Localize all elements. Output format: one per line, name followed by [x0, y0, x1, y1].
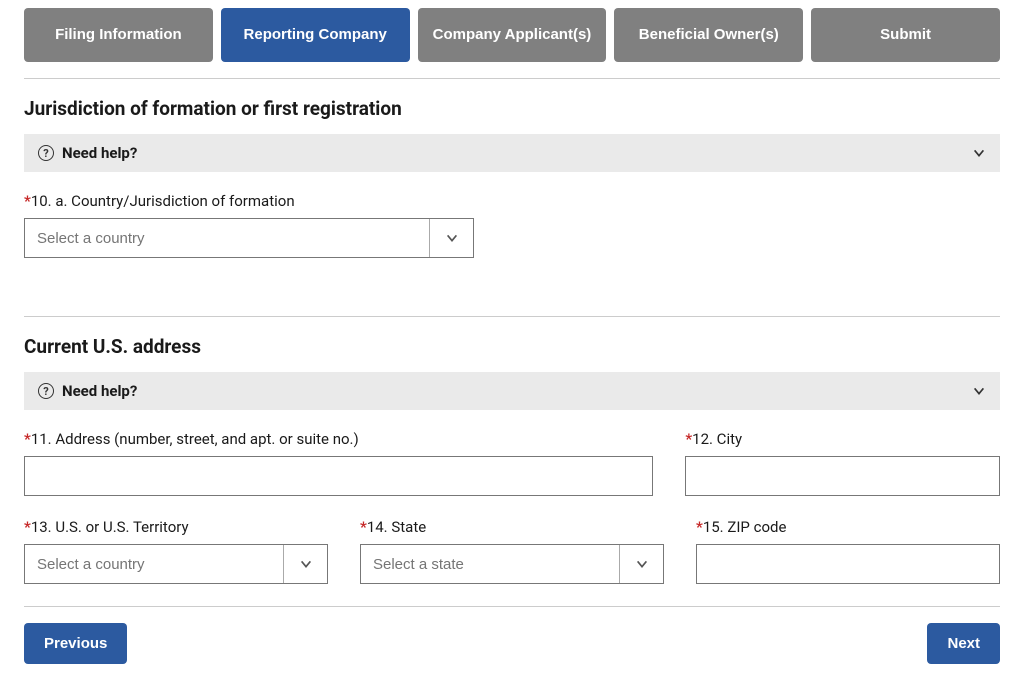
help-label: Need help?: [62, 382, 137, 400]
tab-company-applicant[interactable]: Company Applicant(s): [418, 8, 607, 62]
divider: [24, 316, 1000, 317]
select-arrow[interactable]: [429, 219, 473, 257]
label-address: *11. Address (number, street, and apt. o…: [24, 430, 653, 448]
select-territory-input[interactable]: [25, 545, 283, 583]
input-address[interactable]: [24, 456, 653, 496]
help-icon: ?: [38, 145, 54, 161]
tab-filing-information[interactable]: Filing Information: [24, 8, 213, 62]
previous-button[interactable]: Previous: [24, 623, 127, 664]
help-label: Need help?: [62, 144, 137, 162]
help-panel-address[interactable]: ? Need help?: [24, 372, 1000, 410]
input-city[interactable]: [685, 456, 1000, 496]
help-icon: ?: [38, 383, 54, 399]
label-city: *12. City: [685, 430, 1000, 448]
select-state[interactable]: [360, 544, 664, 584]
section-title-jurisdiction: Jurisdiction of formation or first regis…: [24, 97, 1000, 120]
chevron-down-icon: [972, 146, 986, 160]
chevron-down-icon: [972, 384, 986, 398]
select-territory[interactable]: [24, 544, 328, 584]
select-arrow[interactable]: [619, 545, 663, 583]
button-row: Previous Next: [24, 606, 1000, 664]
chevron-down-icon: [299, 557, 313, 571]
help-panel-jurisdiction[interactable]: ? Need help?: [24, 134, 1000, 172]
input-zip[interactable]: [696, 544, 1000, 584]
divider: [24, 78, 1000, 79]
chevron-down-icon: [635, 557, 649, 571]
next-button[interactable]: Next: [927, 623, 1000, 664]
select-country-jurisdiction[interactable]: [24, 218, 474, 258]
tab-reporting-company[interactable]: Reporting Company: [221, 8, 410, 62]
tab-submit[interactable]: Submit: [811, 8, 1000, 62]
label-territory: *13. U.S. or U.S. Territory: [24, 518, 328, 536]
tab-bar: Filing Information Reporting Company Com…: [24, 8, 1000, 62]
tab-beneficial-owners[interactable]: Beneficial Owner(s): [614, 8, 803, 62]
select-country-jurisdiction-input[interactable]: [25, 219, 429, 257]
section-title-address: Current U.S. address: [24, 335, 1000, 358]
select-arrow[interactable]: [283, 545, 327, 583]
chevron-down-icon: [445, 231, 459, 245]
label-zip: *15. ZIP code: [696, 518, 1000, 536]
label-state: *14. State: [360, 518, 664, 536]
label-country-jurisdiction: *10. a. Country/Jurisdiction of formatio…: [24, 192, 474, 210]
select-state-input[interactable]: [361, 545, 619, 583]
